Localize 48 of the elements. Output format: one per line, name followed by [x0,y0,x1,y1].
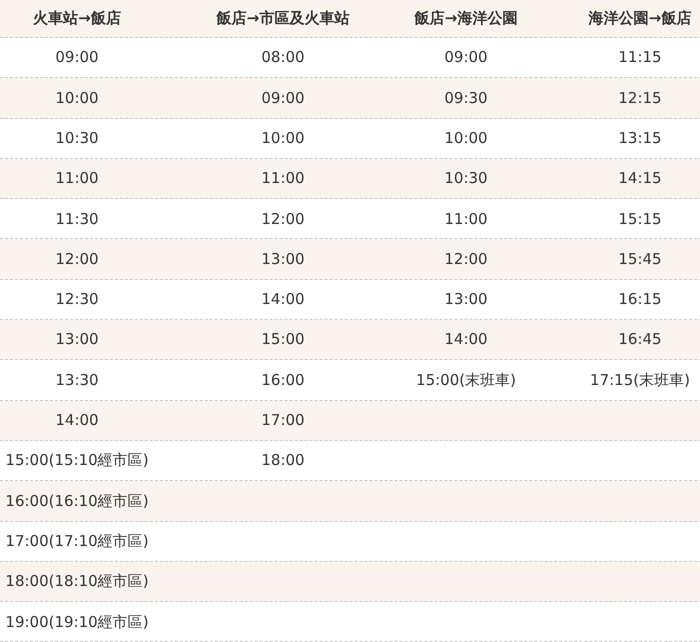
table-cell-text: 12:00 [55,248,99,270]
table-cell-text: 10:30 [55,128,99,149]
table-cell-text: 10:00 [55,88,99,109]
table-cell-text: 08:00 [261,47,305,68]
table-cell-text: 16:00(16:10經市區) [5,490,149,512]
table-cell-text: 09:30 [444,88,488,109]
table-cell-text: 14:00 [55,410,99,432]
table-cell-text: 12:00 [444,248,488,270]
table-cell-text: 13:30 [55,370,99,391]
column-header: 飯店→市區及火車站 [215,8,350,30]
table-cell-text: 15:00(末班車) [416,370,516,391]
table-cell-text: 19:00(19:10經市區) [5,612,149,633]
table-cell-text: 14:00 [261,289,305,310]
table-cell-text: 11:30 [55,208,99,230]
table-cell-text: 11:15 [618,47,662,68]
table-cell-text: 10:00 [261,128,305,149]
table-cell-text: 13:00 [444,289,488,310]
table-cell-text: 16:00 [261,370,305,391]
table-cell-text: 10:30 [444,168,488,190]
table-cell-text: 12:30 [55,289,99,310]
table-cell-text: 13:00 [55,329,99,350]
table-cell-text: 11:00 [261,168,305,190]
table-cell-text: 16:45 [618,329,662,350]
table-cell-text: 09:00 [55,47,99,68]
table-cell-text: 15:45 [618,248,662,270]
column-header: 海洋公園→飯店 [588,8,692,30]
table-cell-text: 14:00 [444,329,488,350]
table-cell-text: 10:00 [444,128,488,149]
table-cell-text: 17:15(末班車) [590,370,690,391]
table-cell-text: 14:15 [618,168,662,190]
table-cell-text: 11:00 [55,168,99,190]
table-cell-text: 17:00 [261,410,305,432]
table-cell-text: 12:15 [618,88,662,109]
table-cell-text: 11:00 [444,208,488,230]
table-cell-text: 13:15 [618,128,662,149]
column-header: 飯店→海洋公園 [413,8,518,30]
table-cell-text: 13:00 [261,248,305,270]
table-cell-text: 16:15 [618,289,662,310]
table-cell-text: 18:00 [261,450,305,472]
table-cell-text: 18:00(18:10經市區) [5,571,149,592]
table-cell-text: 17:00(17:10經市區) [5,530,149,552]
table-cell-text: 09:00 [261,88,305,109]
table-cell-text: 15:00(15:10經市區) [5,450,149,472]
table-cell-text: 15:15 [618,208,662,230]
table-cell-text: 15:00 [261,329,305,350]
column-header: 火車站→飯店 [32,8,122,30]
table-cell-text: 09:00 [444,47,488,68]
table-cell-text: 12:00 [261,208,305,230]
